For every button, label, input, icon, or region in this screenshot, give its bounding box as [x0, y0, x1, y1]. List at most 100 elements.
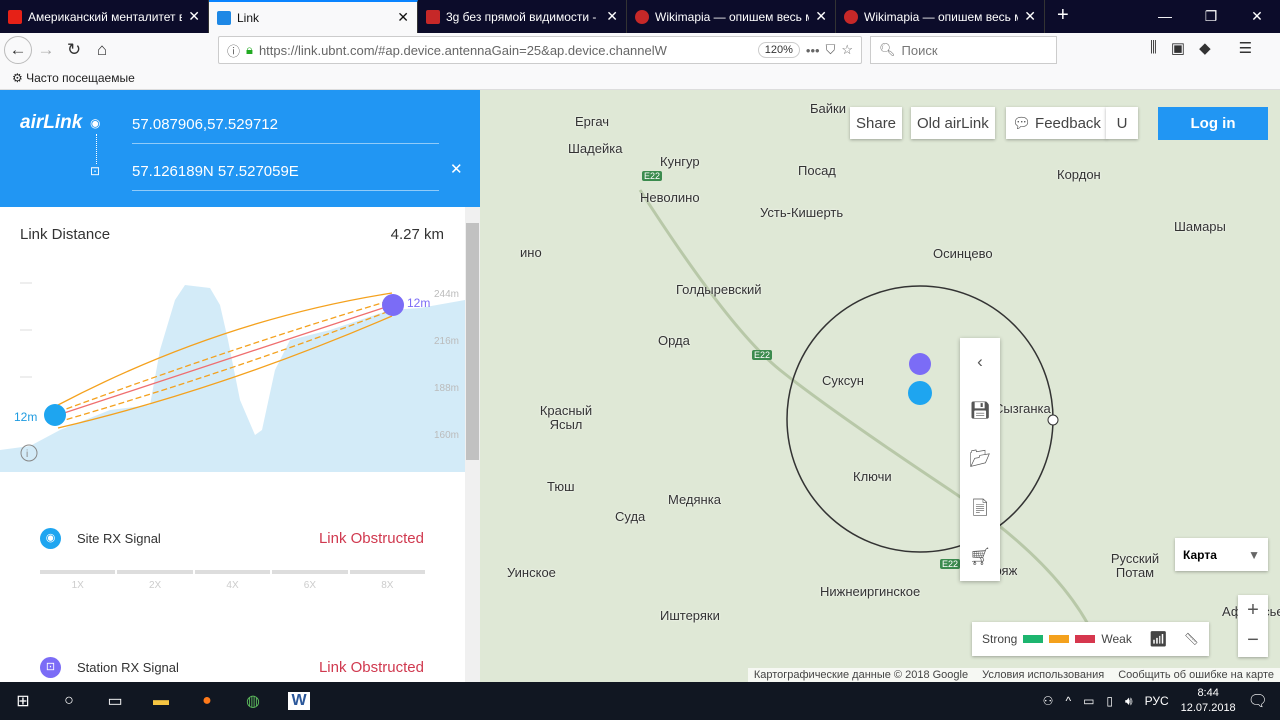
report-icon[interactable]: 📄︎	[969, 498, 991, 518]
map-type-select[interactable]: Карта ▼	[1175, 538, 1268, 571]
zoom-out-button[interactable]: −	[1238, 625, 1268, 655]
close-tab-icon[interactable]: ✕	[188, 8, 200, 25]
globe-icon[interactable]: ◍	[230, 691, 276, 711]
road-badge: E22	[940, 559, 961, 569]
clock[interactable]: 8:44 12.07.2018	[1181, 686, 1236, 716]
url-bar[interactable]: ⓘ 🔒︎ https://link.ubnt.com/#ap.device.ant…	[218, 36, 862, 64]
window-close-button[interactable]: ✕	[1234, 0, 1280, 33]
tab-1[interactable]: Link ✕	[209, 0, 418, 33]
map-place-label: Суксун	[822, 373, 864, 388]
bookmark-star-icon[interactable]: ☆	[841, 42, 853, 58]
more-icon[interactable]: •••	[806, 43, 820, 58]
wikimapia-icon	[844, 9, 858, 24]
zoom-controls: + −	[1238, 595, 1268, 657]
firefox-icon[interactable]: ●	[184, 692, 230, 710]
search-icon[interactable]: ○	[46, 692, 92, 710]
old-airlink-button[interactable]: Old airLink	[911, 107, 995, 139]
word-icon[interactable]: W	[288, 692, 310, 710]
tab-bar: Американский менталитет в ✕ Link ✕ 3g без …	[0, 0, 1280, 33]
youtube-icon	[8, 9, 22, 24]
site-map-marker[interactable]	[908, 381, 932, 405]
forward-button[interactable]: →	[32, 40, 60, 60]
map-place-label: Сызганка	[994, 401, 1051, 416]
feedback-button[interactable]: 💬︎ Feedback	[1006, 107, 1107, 139]
svg-text:244m: 244m	[434, 289, 459, 300]
station-map-marker[interactable]	[909, 353, 931, 375]
site-icon: ◉	[40, 528, 61, 549]
site-marker[interactable]	[44, 404, 66, 426]
close-tab-icon[interactable]: ✕	[815, 8, 827, 25]
cart-icon[interactable]: 🛒︎	[969, 547, 991, 567]
map[interactable]: Байки Ергач Шадейка Кунгур Посад Неволин…	[480, 90, 1280, 682]
network-icon[interactable]: ▯	[1106, 694, 1113, 708]
save-icon[interactable]: 💾︎	[969, 401, 991, 421]
zoom-in-button[interactable]: +	[1238, 595, 1268, 625]
windows-start-icon[interactable]: ⊞	[0, 691, 46, 711]
map-place-label: Медянка	[668, 492, 721, 507]
map-footer: Картографические данные © 2018 Google Усл…	[747, 668, 1280, 682]
map-place-label: Суда	[615, 509, 646, 524]
people-icon[interactable]: ⚇	[1043, 694, 1054, 708]
close-tab-icon[interactable]: ✕	[606, 8, 618, 25]
battery-icon[interactable]: ▭	[1083, 694, 1094, 708]
file-explorer-icon[interactable]: ▬	[138, 692, 184, 710]
folder-icon[interactable]: 📂︎	[969, 449, 991, 469]
map-place-label: ино	[520, 245, 542, 260]
new-tab-button[interactable]: +	[1045, 0, 1081, 33]
svg-text:188m: 188m	[434, 383, 459, 394]
station-icon: ⊡	[90, 164, 101, 178]
signal-legend: Strong Weak 📶︎ 📏︎	[972, 622, 1209, 656]
language-indicator[interactable]: РУС	[1145, 694, 1169, 708]
login-button[interactable]: Log in	[1158, 107, 1268, 140]
minimize-button[interactable]: —	[1142, 0, 1188, 33]
link-distance: Link Distance 4.27 km	[20, 226, 444, 243]
tab-0[interactable]: Американский менталитет в ✕	[0, 0, 209, 33]
info-icon[interactable]: ⓘ	[227, 41, 240, 60]
map-place-label: Осинцево	[933, 246, 993, 261]
station-coordinate-input[interactable]: 57.126189N 57.527059E	[132, 163, 439, 191]
radius-handle[interactable]	[1047, 414, 1059, 426]
extension-icon[interactable]: ◆	[1199, 39, 1211, 57]
map-place-label: Усть-Кишерть	[760, 205, 844, 220]
menu-icon[interactable]: ☰	[1239, 39, 1252, 57]
bookmarks-bar: ⚙ Часто посещаемые	[0, 67, 1280, 90]
zoom-level[interactable]: 120%	[757, 42, 800, 58]
signal-icon[interactable]: 📶︎	[1149, 630, 1168, 648]
chevron-down-icon: ▼	[1248, 547, 1260, 562]
map-place-label: Орда	[658, 333, 690, 348]
site-rx-signal: ◉ Site RX Signal Link Obstructed	[40, 528, 424, 549]
modulation-scale: 1X 2X 4X 6X 8X	[40, 570, 426, 591]
close-tab-icon[interactable]: ✕	[397, 9, 409, 26]
tab-2[interactable]: 3g без прямой видимости - С ✕	[418, 0, 627, 33]
map-place-label: Русский Потам	[1110, 551, 1160, 580]
back-button[interactable]: ←	[4, 36, 32, 64]
station-marker[interactable]	[382, 294, 404, 316]
station-rx-signal: ⊡ Station RX Signal Link Obstructed	[40, 657, 424, 678]
clear-icon[interactable]: ✕	[450, 160, 463, 178]
collapse-icon[interactable]: ‹	[977, 352, 983, 372]
tab-3[interactable]: Wikimapia — опишем весь м ✕	[627, 0, 836, 33]
sidebar-icon[interactable]: ▣	[1171, 39, 1185, 57]
map-place-label: Ключи	[853, 469, 892, 484]
tab-4[interactable]: Wikimapia — опишем весь м ✕	[836, 0, 1045, 33]
site-coordinate-input[interactable]: 57.087906,57.529712	[132, 116, 439, 144]
bookmark-most-visited[interactable]: Часто посещаемые	[26, 71, 135, 85]
pocket-icon[interactable]: ⛉	[826, 42, 836, 58]
ruler-icon[interactable]: 📏︎	[1184, 632, 1199, 646]
task-view-icon[interactable]: ▭	[92, 691, 138, 711]
volume-icon[interactable]: 🔊︎	[1125, 694, 1133, 709]
close-tab-icon[interactable]: ✕	[1024, 8, 1036, 25]
panel-scrollbar[interactable]	[465, 207, 480, 682]
share-button[interactable]: Share	[850, 107, 903, 139]
notifications-icon[interactable]: 🗨︎	[1248, 691, 1268, 711]
map-place-label: Кунгур	[660, 154, 700, 169]
reload-button[interactable]: ↻	[60, 40, 88, 60]
map-place-label: Кордон	[1057, 167, 1101, 182]
restore-button[interactable]: ❐	[1188, 0, 1234, 33]
tray-expand-icon[interactable]: ^	[1065, 694, 1071, 708]
ubnt-logo-button[interactable]: U	[1106, 107, 1138, 139]
home-button[interactable]: ⌂	[88, 40, 116, 60]
feedback-icon: 💬︎	[1012, 115, 1032, 132]
library-icon[interactable]: ⫼	[1150, 39, 1157, 57]
search-input[interactable]: 🔍︎ Поиск	[870, 36, 1057, 64]
